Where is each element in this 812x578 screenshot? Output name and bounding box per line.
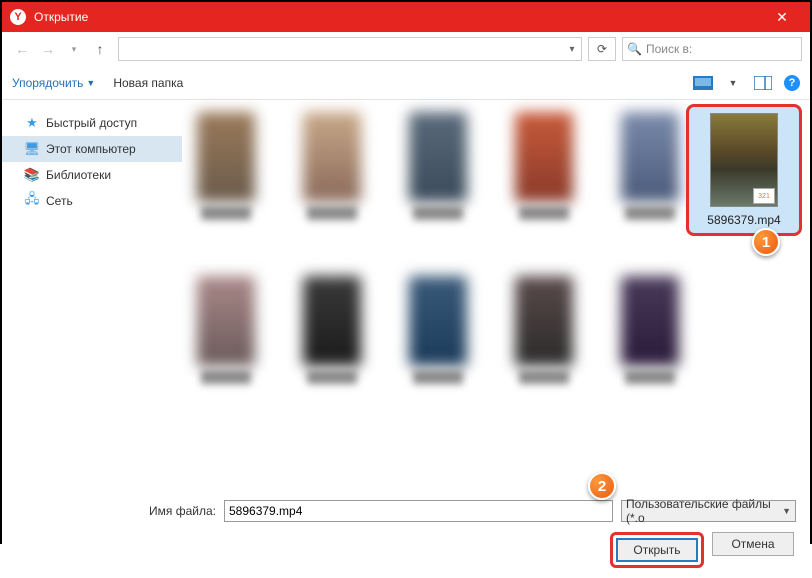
selected-file[interactable]: 321 5896379.mp4	[686, 104, 802, 236]
filename-label: Имя файла:	[16, 504, 216, 518]
chevron-down-icon: ▼	[782, 506, 791, 516]
list-item[interactable]	[190, 112, 262, 220]
sidebar-item-label: Быстрый доступ	[46, 116, 137, 130]
list-item[interactable]	[190, 276, 262, 384]
nav-bar: ← → ▾ ↑ ▾ ⟳ 🔍 Поиск в:	[2, 32, 810, 66]
window-title: Открытие	[34, 10, 762, 24]
sidebar-item-this-pc[interactable]: 🖥 Этот компьютер	[2, 136, 182, 162]
recent-dropdown-icon[interactable]: ▾	[62, 37, 86, 61]
view-thumbnails-icon[interactable]	[690, 72, 716, 94]
file-name: 5896379.mp4	[707, 213, 780, 227]
forward-icon: →	[36, 37, 60, 61]
list-item[interactable]	[508, 112, 580, 220]
refresh-icon[interactable]: ⟳	[588, 37, 616, 61]
filetype-filter[interactable]: Пользовательские файлы (*.o▼	[621, 500, 796, 522]
sidebar-item-label: Библиотеки	[46, 168, 111, 182]
network-icon: 🖧	[24, 193, 40, 209]
footer: Имя файла: Пользовательские файлы (*.o▼ …	[2, 490, 810, 578]
chevron-down-icon: ▼	[86, 78, 95, 88]
titlebar: Y Открытие ✕	[2, 2, 810, 32]
annotation-marker-1: 1	[752, 228, 780, 256]
codec-badge: 321	[753, 188, 775, 204]
address-dropdown-icon[interactable]: ▾	[563, 44, 581, 55]
search-placeholder: Поиск в:	[646, 42, 692, 56]
sidebar-item-label: Сеть	[46, 194, 73, 208]
toolbar: Упорядочить▼ Новая папка ▼ ?	[2, 66, 810, 100]
file-thumbnail: 321	[710, 113, 778, 207]
search-icon: 🔍	[627, 42, 642, 56]
list-item[interactable]	[508, 276, 580, 384]
list-item[interactable]	[614, 112, 686, 220]
sidebar-item-quick-access[interactable]: ★ Быстрый доступ	[2, 110, 182, 136]
list-item[interactable]	[296, 112, 368, 220]
list-item[interactable]	[614, 276, 686, 384]
preview-pane-icon[interactable]	[750, 72, 776, 94]
star-icon: ★	[24, 115, 40, 131]
file-grid[interactable]: 321 5896379.mp4	[182, 100, 810, 490]
sidebar-item-network[interactable]: 🖧 Сеть	[2, 188, 182, 214]
list-item[interactable]	[402, 276, 474, 384]
up-icon[interactable]: ↑	[88, 37, 112, 61]
list-item[interactable]	[402, 112, 474, 220]
open-button-highlight: Открыть	[610, 532, 704, 568]
filename-input[interactable]	[224, 500, 613, 522]
list-item[interactable]	[296, 276, 368, 384]
new-folder-button[interactable]: Новая папка	[113, 76, 183, 90]
organize-button[interactable]: Упорядочить▼	[12, 76, 95, 90]
help-icon[interactable]: ?	[784, 75, 800, 91]
libraries-icon: 📚	[24, 167, 40, 183]
sidebar: ★ Быстрый доступ 🖥 Этот компьютер 📚 Библ…	[2, 100, 182, 490]
view-dropdown-icon[interactable]: ▼	[720, 72, 746, 94]
close-icon[interactable]: ✕	[762, 9, 802, 26]
annotation-marker-2: 2	[588, 472, 616, 500]
cancel-button[interactable]: Отмена	[712, 532, 794, 556]
address-bar[interactable]: ▾	[118, 37, 582, 61]
open-button[interactable]: Открыть	[616, 538, 698, 562]
sidebar-item-libraries[interactable]: 📚 Библиотеки	[2, 162, 182, 188]
yandex-icon: Y	[10, 9, 26, 25]
monitor-icon: 🖥	[24, 141, 40, 157]
search-input[interactable]: 🔍 Поиск в:	[622, 37, 802, 61]
sidebar-item-label: Этот компьютер	[46, 142, 136, 156]
back-icon[interactable]: ←	[10, 37, 34, 61]
